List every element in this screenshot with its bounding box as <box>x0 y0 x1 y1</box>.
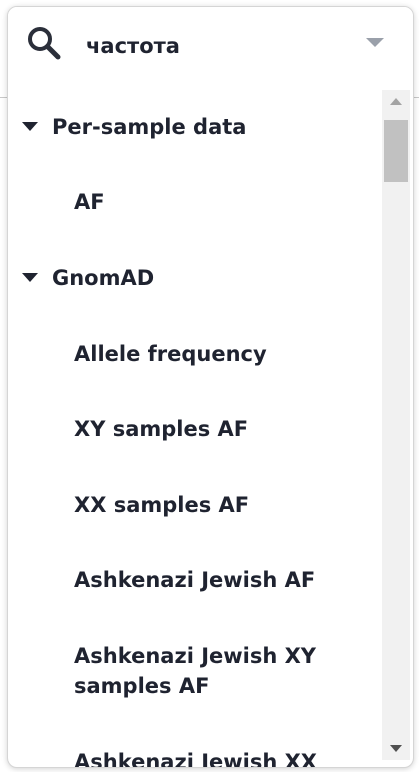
caret-down-icon <box>22 122 38 131</box>
scroll-down-icon[interactable] <box>390 745 402 752</box>
option-xx-samples-af[interactable]: XX samples AF <box>74 490 364 520</box>
options-list: Per-sample data AF GnomAD Allele frequen… <box>8 83 380 767</box>
group-header-gnomad[interactable]: GnomAD <box>22 263 154 293</box>
group-label: GnomAD <box>52 266 155 290</box>
option-ashkenazi-jewish-xx[interactable]: Ashkenazi Jewish XX <box>74 747 364 767</box>
search-bar[interactable] <box>8 7 413 83</box>
search-input[interactable] <box>86 31 346 61</box>
scrollbar[interactable] <box>382 90 410 760</box>
group-header-per-sample-data[interactable]: Per-sample data <box>22 112 246 142</box>
option-ashkenazi-jewish-xy-samples-af[interactable]: Ashkenazi Jewish XY samples AF <box>74 641 364 701</box>
option-ashkenazi-jewish-af[interactable]: Ashkenazi Jewish AF <box>74 565 364 595</box>
scroll-up-icon[interactable] <box>390 98 402 105</box>
scrollbar-thumb[interactable] <box>384 120 408 182</box>
chevron-down-icon[interactable] <box>366 38 384 47</box>
dropdown-panel: Per-sample data AF GnomAD Allele frequen… <box>7 6 414 768</box>
option-xy-samples-af[interactable]: XY samples AF <box>74 414 364 444</box>
search-icon <box>28 27 61 60</box>
caret-down-icon <box>22 273 38 282</box>
option-allele-frequency[interactable]: Allele frequency <box>74 339 364 369</box>
option-af[interactable]: AF <box>74 187 364 217</box>
group-label: Per-sample data <box>52 115 247 139</box>
